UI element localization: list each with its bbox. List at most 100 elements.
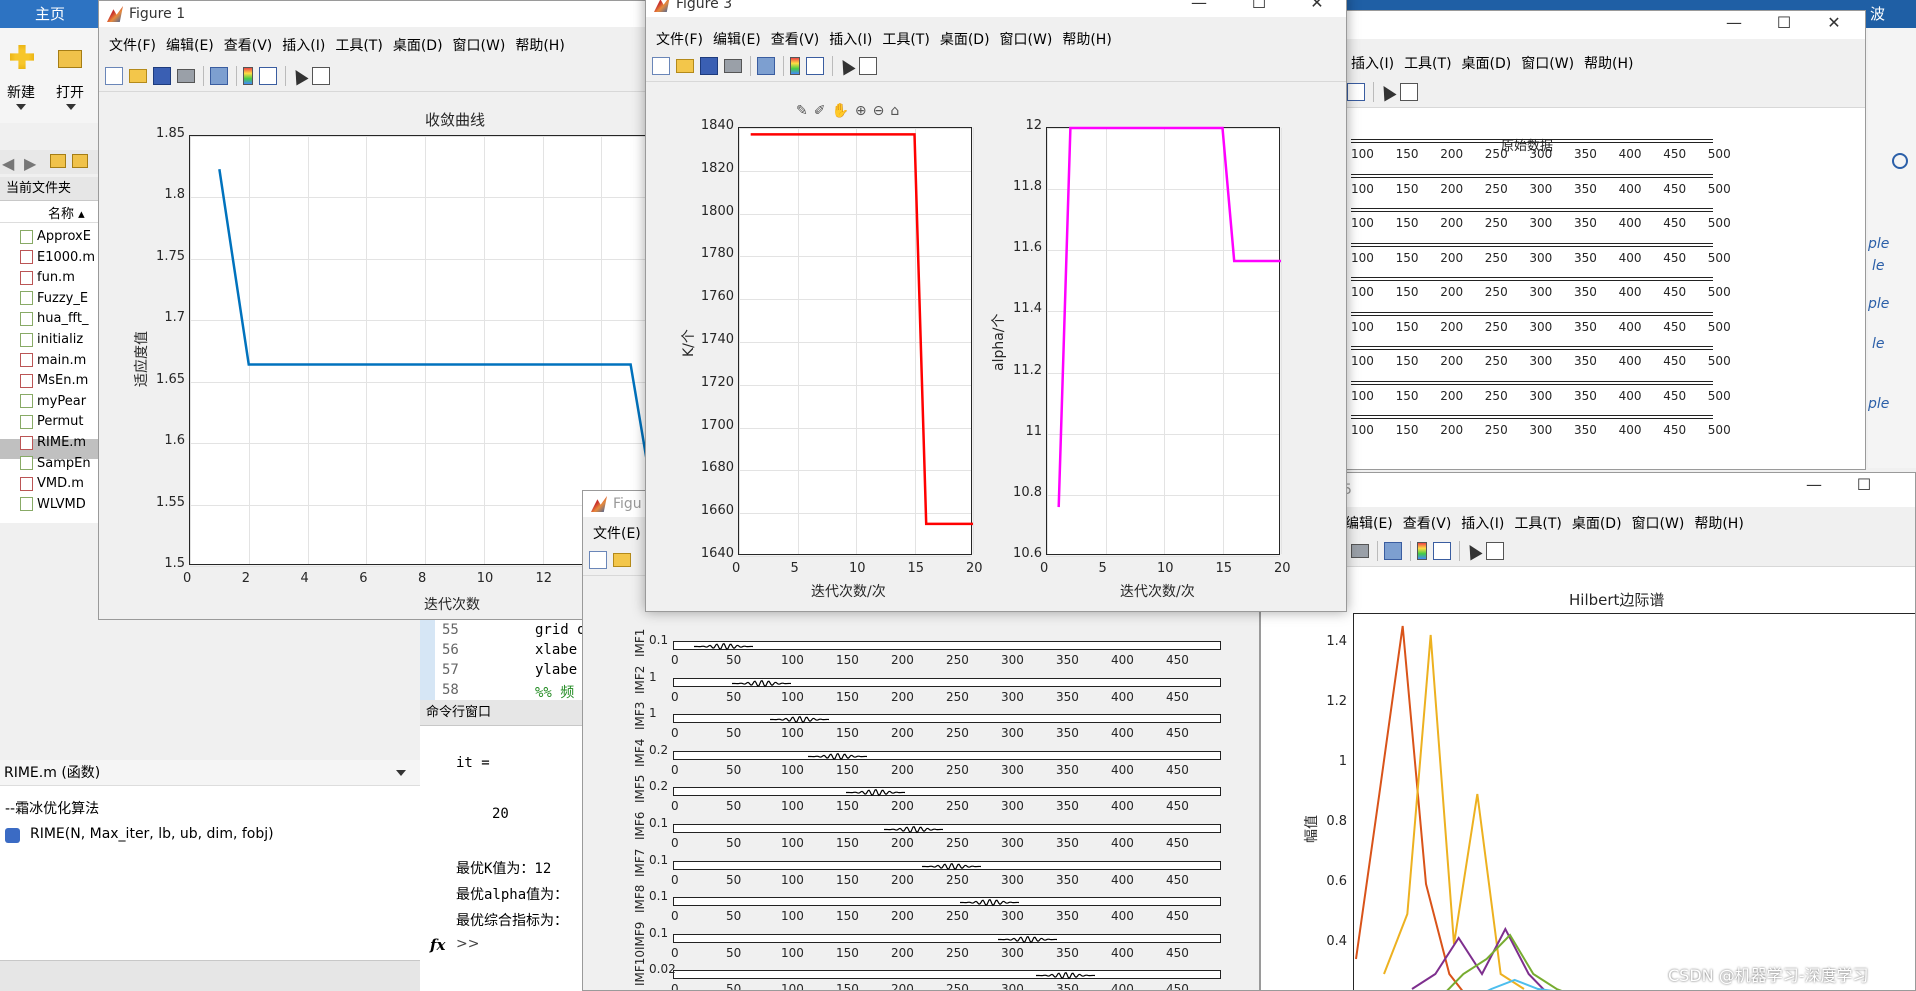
maximize-button[interactable]: ☐ xyxy=(1236,0,1282,17)
imf-axes[interactable] xyxy=(673,787,1221,797)
menu-help[interactable]: 帮助(H) xyxy=(1694,513,1743,533)
property-editor-icon[interactable] xyxy=(859,57,877,75)
select-arrow-icon[interactable] xyxy=(836,56,856,76)
file-item[interactable]: ApproxE xyxy=(20,228,91,245)
minimize-button[interactable]: — xyxy=(1711,11,1757,37)
k-axes[interactable] xyxy=(738,127,974,557)
legend-icon[interactable] xyxy=(1433,542,1451,560)
menu-insert[interactable]: 插入(I) xyxy=(1461,513,1504,533)
menu-insert[interactable]: 插入(I) xyxy=(282,35,325,55)
back-arrow-icon[interactable]: ◀ xyxy=(2,154,14,173)
colorbar-icon[interactable] xyxy=(790,57,800,75)
link-plot-icon[interactable] xyxy=(757,57,775,75)
menu-help[interactable]: 帮助(H) xyxy=(1584,53,1633,73)
open-button-label[interactable]: 打开 xyxy=(56,82,84,102)
imf-axes[interactable] xyxy=(673,933,1221,943)
menu-edit[interactable]: 编辑(E) xyxy=(713,29,761,49)
imf-axes[interactable] xyxy=(673,897,1221,907)
print-icon[interactable] xyxy=(177,69,195,83)
menu-desktop[interactable]: 桌面(D) xyxy=(393,35,443,55)
menu-insert[interactable]: 插入(I) xyxy=(1351,53,1394,73)
legend-icon[interactable] xyxy=(1347,83,1365,101)
property-editor-icon[interactable] xyxy=(1400,83,1418,101)
select-arrow-icon[interactable] xyxy=(1377,82,1397,102)
file-item[interactable]: Permut xyxy=(20,413,84,430)
command-prompt[interactable]: >> xyxy=(456,936,479,952)
save-icon[interactable] xyxy=(153,67,171,85)
file-item[interactable]: hua_fft_ xyxy=(20,310,89,327)
file-item[interactable]: fun.m xyxy=(20,269,75,286)
print-icon[interactable] xyxy=(724,59,742,73)
imf-axes[interactable] xyxy=(673,824,1221,834)
imf-axes[interactable] xyxy=(673,714,1221,724)
fx-icon[interactable]: fx xyxy=(430,936,445,954)
new-figure-icon[interactable] xyxy=(652,57,670,75)
open-file-icon[interactable] xyxy=(129,69,147,83)
maximize-button[interactable]: ☐ xyxy=(1761,11,1807,37)
file-item[interactable]: Fuzzy_E xyxy=(20,290,88,307)
file-item[interactable]: myPear xyxy=(20,393,86,410)
menu-file[interactable]: 文件(F) xyxy=(109,35,156,55)
imf-axes[interactable] xyxy=(673,860,1221,870)
select-arrow-icon[interactable] xyxy=(1463,541,1483,561)
menu-tools[interactable]: 工具(T) xyxy=(335,35,382,55)
menu-tools[interactable]: 工具(T) xyxy=(1404,53,1451,73)
new-figure-icon[interactable] xyxy=(105,67,123,85)
menu-window[interactable]: 窗口(W) xyxy=(1632,513,1685,533)
name-column-header[interactable]: 名称 ▴ xyxy=(48,203,85,222)
menu-edit[interactable]: 编辑(E) xyxy=(1345,513,1393,533)
user-label[interactable]: 波 xyxy=(1870,0,1885,28)
menu-view[interactable]: 查看(V) xyxy=(771,29,820,49)
file-item[interactable]: E1000.m xyxy=(20,249,95,266)
datatip-icon[interactable]: ✐ xyxy=(814,103,826,123)
pan-icon[interactable]: ✋ xyxy=(831,103,848,123)
menu-edit[interactable]: 编辑(E) xyxy=(166,35,214,55)
menu-help[interactable]: 帮助(H) xyxy=(515,35,564,55)
search-icon[interactable] xyxy=(1892,153,1908,169)
link-plot-icon[interactable] xyxy=(1384,542,1402,560)
hilbert-axes[interactable] xyxy=(1353,613,1915,990)
alpha-axes[interactable] xyxy=(1046,126,1282,557)
maximize-button[interactable]: ☐ xyxy=(1841,473,1887,499)
imf-axes[interactable] xyxy=(673,641,1221,651)
new-button-label[interactable]: 新建 xyxy=(7,82,35,102)
brush-icon[interactable]: ✎ xyxy=(796,103,808,123)
menu-window[interactable]: 窗口(W) xyxy=(1521,53,1574,73)
file-item[interactable]: RIME.m xyxy=(20,434,86,451)
imf-axes[interactable] xyxy=(673,750,1221,760)
minimize-button[interactable]: — xyxy=(1176,0,1222,17)
legend-icon[interactable] xyxy=(259,67,277,85)
property-editor-icon[interactable] xyxy=(312,67,330,85)
file-item[interactable]: main.m xyxy=(20,352,86,369)
print-icon[interactable] xyxy=(1351,544,1369,558)
file-item[interactable]: WLVMD xyxy=(20,496,86,513)
menu-insert[interactable]: 插入(I) xyxy=(829,29,872,49)
imf-axes[interactable] xyxy=(673,970,1221,980)
folder-up-icon[interactable] xyxy=(50,154,66,168)
chevron-down-icon[interactable] xyxy=(66,104,76,110)
imf-axes[interactable] xyxy=(673,677,1221,687)
menu-window[interactable]: 窗口(W) xyxy=(1000,29,1053,49)
open-icon[interactable] xyxy=(58,50,82,68)
file-item[interactable]: SampEn xyxy=(20,455,91,472)
menu-desktop[interactable]: 桌面(D) xyxy=(1462,53,1512,73)
file-item[interactable]: VMD.m xyxy=(20,475,84,492)
close-button[interactable]: ✕ xyxy=(1811,11,1857,37)
home-icon[interactable]: ⌂ xyxy=(890,103,899,123)
colorbar-icon[interactable] xyxy=(243,67,253,85)
link-plot-icon[interactable] xyxy=(210,67,228,85)
minimize-button[interactable]: — xyxy=(1791,473,1837,499)
close-button[interactable]: ✕ xyxy=(1294,0,1340,17)
menu-tools[interactable]: 工具(T) xyxy=(1514,513,1561,533)
save-icon[interactable] xyxy=(700,57,718,75)
menu-tools[interactable]: 工具(T) xyxy=(882,29,929,49)
chevron-down-icon[interactable] xyxy=(16,104,26,110)
menu-file[interactable]: 文件(E) xyxy=(593,523,641,543)
browse-icon[interactable] xyxy=(72,154,88,168)
chevron-down-icon[interactable] xyxy=(396,770,406,776)
legend-icon[interactable] xyxy=(806,57,824,75)
open-file-icon[interactable] xyxy=(676,59,694,73)
menu-desktop[interactable]: 桌面(D) xyxy=(940,29,990,49)
menu-window[interactable]: 窗口(W) xyxy=(453,35,506,55)
menu-help[interactable]: 帮助(H) xyxy=(1062,29,1111,49)
